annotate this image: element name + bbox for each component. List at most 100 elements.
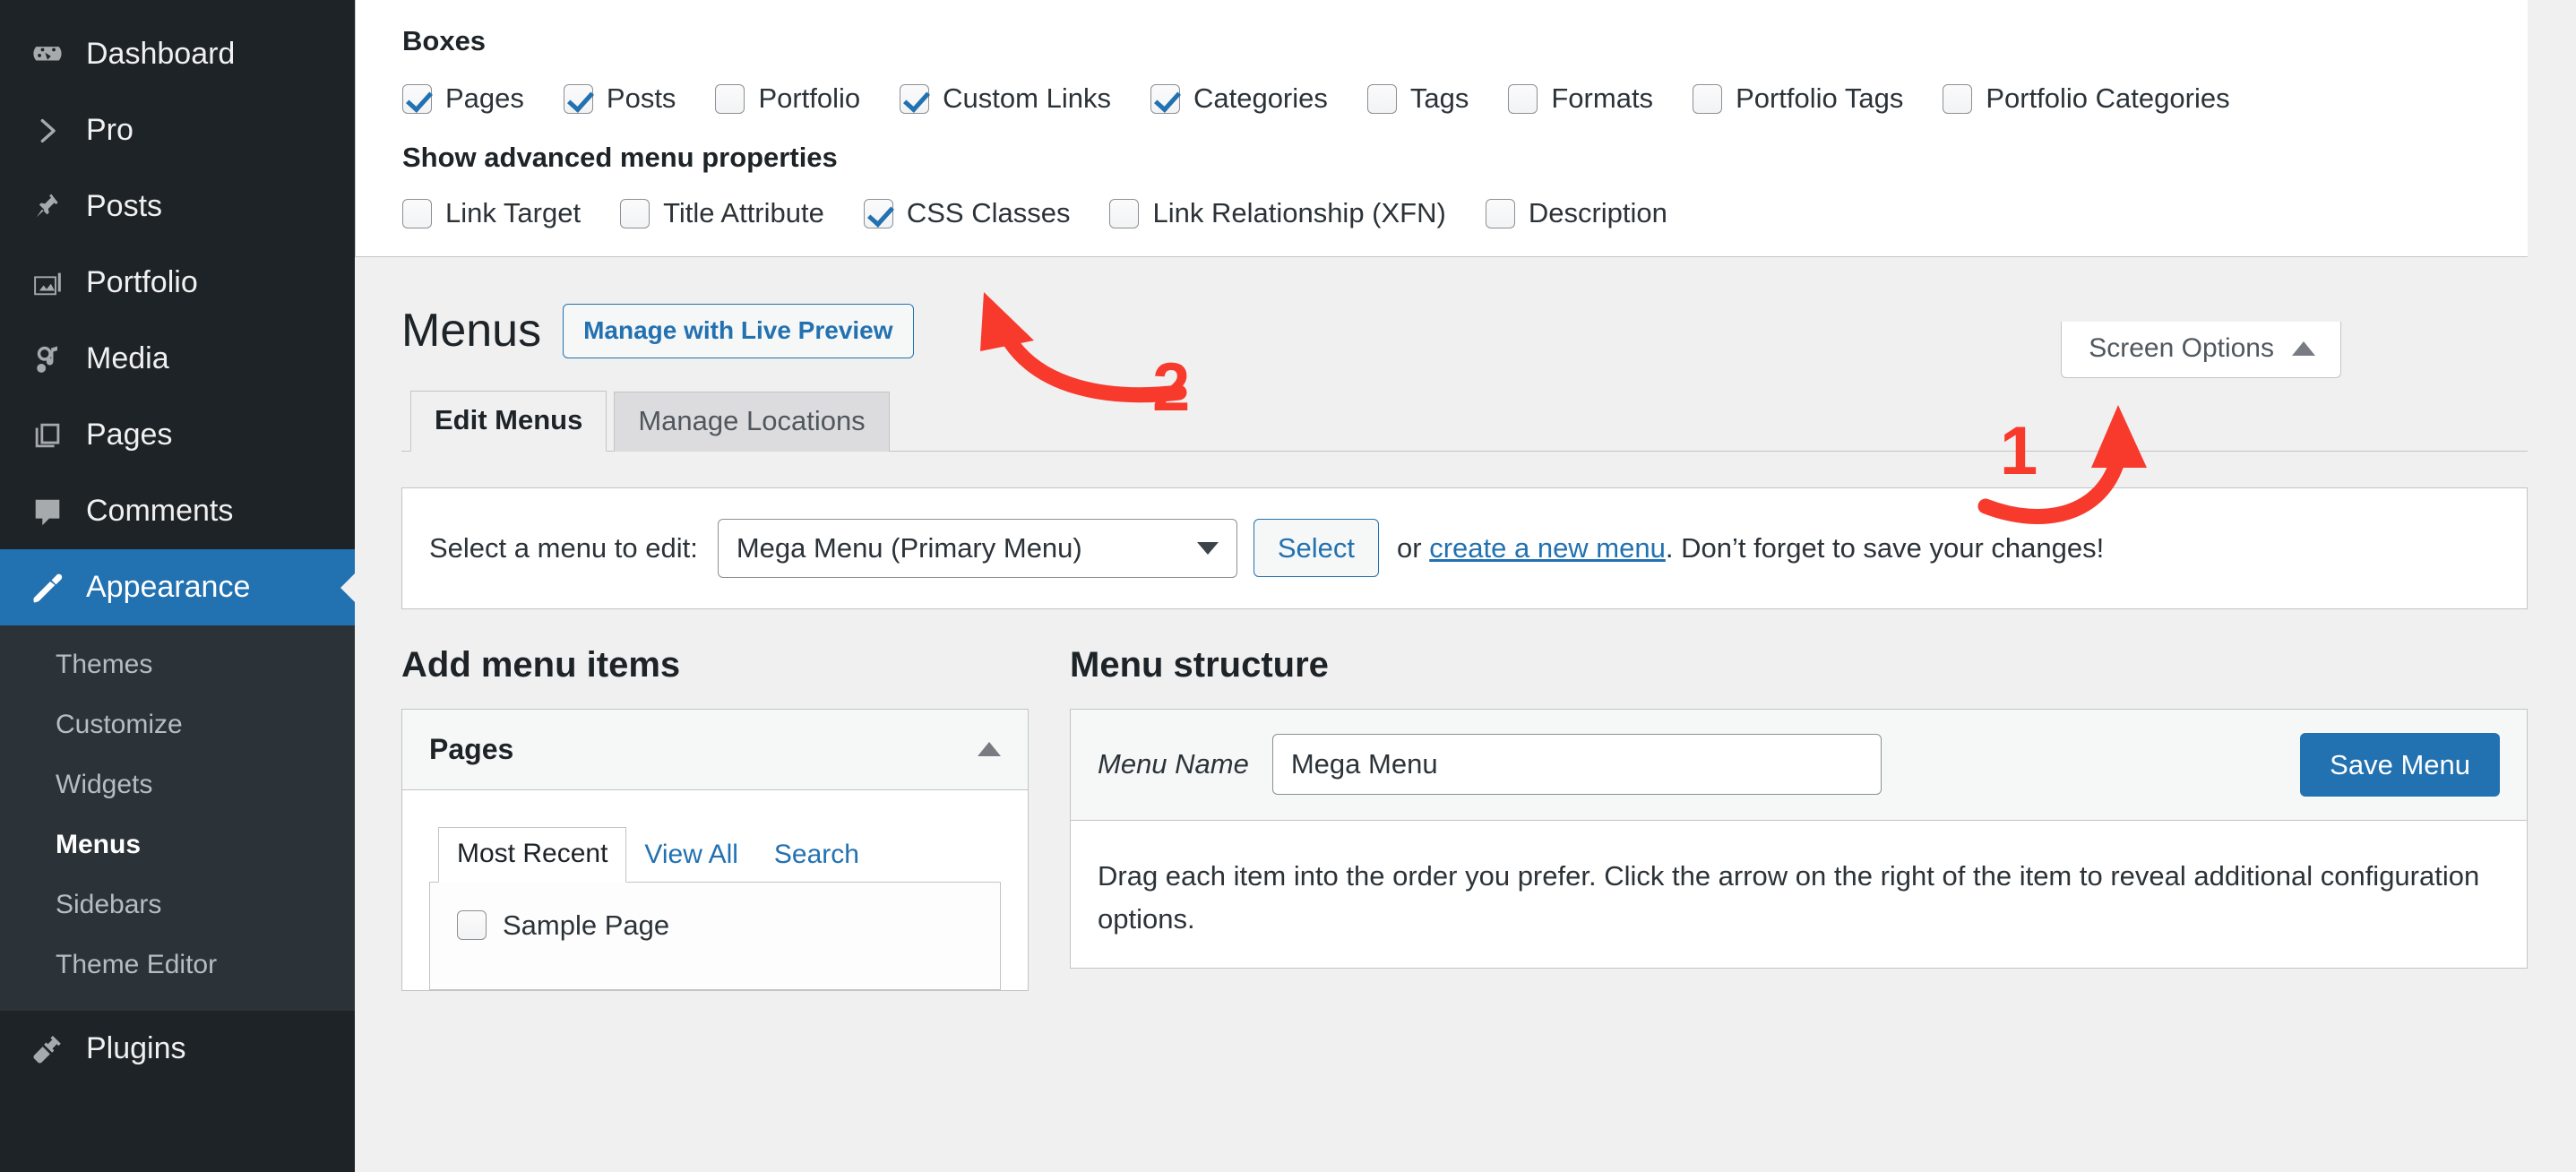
chevron-right-icon: [20, 116, 75, 146]
sidebar-subitem-theme-editor[interactable]: Theme Editor: [0, 935, 355, 995]
menu-name-row: Menu Name Save Menu: [1071, 710, 2527, 821]
checkbox-label: Custom Links: [943, 82, 1111, 115]
manage-with-live-preview-button[interactable]: Manage with Live Preview: [563, 304, 913, 358]
sidebar-item-label: Portfolio: [86, 265, 198, 300]
checkbox-box[interactable]: [1508, 84, 1538, 114]
tab-search[interactable]: Search: [756, 829, 877, 883]
appearance-brush-icon: [20, 571, 75, 605]
checkbox-formats[interactable]: Formats: [1508, 82, 1653, 115]
checkbox-box[interactable]: [457, 910, 487, 940]
sidebar-item-comments[interactable]: Comments: [0, 473, 355, 549]
menu-structure-description: Drag each item into the order you prefer…: [1071, 821, 2527, 968]
create-menu-hint: or create a new menu. Don’t forget to sa…: [1397, 532, 2104, 564]
checkbox-box[interactable]: [1486, 199, 1515, 228]
checkbox-link-target[interactable]: Link Target: [402, 197, 581, 229]
caret-up-icon[interactable]: [978, 742, 1001, 756]
tab-edit-menus[interactable]: Edit Menus: [410, 391, 607, 452]
menu-name-input[interactable]: [1272, 734, 1882, 795]
wordpress-admin-screen: Dashboard Pro Posts Portfolio Media: [0, 0, 2576, 1172]
checkbox-box[interactable]: [1109, 199, 1139, 228]
checkbox-box[interactable]: [402, 84, 432, 114]
pages-panel-header[interactable]: Pages: [402, 710, 1028, 790]
checkbox-title-attribute[interactable]: Title Attribute: [620, 197, 824, 229]
checkbox-box[interactable]: [620, 199, 650, 228]
menu-structure-column: Menu structure Menu Name Save Menu Drag …: [1070, 645, 2528, 991]
dashboard-icon: [20, 38, 75, 72]
tab-most-recent[interactable]: Most Recent: [438, 827, 626, 883]
sidebar-subitem-sidebars[interactable]: Sidebars: [0, 875, 355, 935]
plugins-icon: [20, 1032, 75, 1066]
annotation-number-1: 1: [2000, 418, 2038, 486]
chevron-down-icon: [1197, 542, 1219, 555]
menu-structure-heading: Menu structure: [1070, 645, 2528, 685]
sidebar-subitem-menus[interactable]: Menus: [0, 814, 355, 875]
checkbox-box[interactable]: [1943, 84, 1972, 114]
sidebar-item-appearance[interactable]: Appearance: [0, 549, 355, 625]
sidebar-subitem-themes[interactable]: Themes: [0, 634, 355, 694]
sidebar-item-label: Dashboard: [86, 37, 235, 72]
checkbox-box[interactable]: [1693, 84, 1722, 114]
menu-tabs: Edit Menus Manage Locations: [401, 392, 2528, 452]
checkbox-label: Posts: [607, 82, 676, 115]
pages-panel-body: Most Recent View All Search Sample Page: [402, 790, 1028, 990]
add-menu-items-column: Add menu items Pages Most Recent View Al…: [401, 645, 1029, 991]
menu-name-label: Menu Name: [1098, 748, 1249, 780]
sidebar-item-portfolio[interactable]: Portfolio: [0, 245, 355, 321]
checkbox-label: Portfolio Tags: [1736, 82, 1903, 115]
pages-icon: [20, 418, 75, 452]
caret-up-icon: [2292, 341, 2315, 356]
sidebar-item-media[interactable]: Media: [0, 321, 355, 397]
checkbox-box[interactable]: [900, 84, 929, 114]
css-classes-checkbox[interactable]: CSS Classes: [864, 197, 1071, 229]
tab-view-all[interactable]: View All: [626, 829, 756, 883]
create-a-new-menu-link[interactable]: create a new menu: [1429, 532, 1666, 564]
checkbox-label: Portfolio Categories: [1986, 82, 2229, 115]
pin-icon: [20, 190, 75, 224]
checkbox-link-relationship[interactable]: Link Relationship (XFN): [1109, 197, 1445, 229]
appearance-submenu: Themes Customize Widgets Menus Sidebars …: [0, 625, 355, 1011]
sidebar-subitem-customize[interactable]: Customize: [0, 694, 355, 754]
checkbox-custom-links[interactable]: Custom Links: [900, 82, 1111, 115]
sidebar-item-label: Comments: [86, 494, 233, 529]
checkbox-pages[interactable]: Pages: [402, 82, 524, 115]
media-icon: [20, 342, 75, 376]
tab-manage-locations[interactable]: Manage Locations: [614, 392, 889, 452]
checkbox-description[interactable]: Description: [1486, 197, 1667, 229]
sidebar-item-label: Appearance: [86, 570, 250, 605]
add-menu-items-heading: Add menu items: [401, 645, 1029, 685]
menu-select-bar: Select a menu to edit: Mega Menu (Primar…: [401, 487, 2528, 609]
checkbox-posts[interactable]: Posts: [564, 82, 676, 115]
checkbox-box[interactable]: [715, 84, 745, 114]
sidebar-item-pages[interactable]: Pages: [0, 397, 355, 473]
sidebar-item-dashboard[interactable]: Dashboard: [0, 16, 355, 92]
checkbox-label: Portfolio: [758, 82, 860, 115]
sidebar-item-label: Pro: [86, 113, 134, 148]
select-button[interactable]: Select: [1254, 519, 1379, 577]
save-menu-button[interactable]: Save Menu: [2300, 733, 2500, 797]
hint-prefix: or: [1397, 532, 1429, 564]
checkbox-label: Categories: [1193, 82, 1328, 115]
list-item[interactable]: Sample Page: [457, 909, 1000, 942]
sidebar-item-plugins[interactable]: Plugins: [0, 1011, 355, 1087]
checkbox-box[interactable]: [1150, 84, 1180, 114]
sidebar-item-posts[interactable]: Posts: [0, 168, 355, 245]
checkbox-box[interactable]: [402, 199, 432, 228]
menu-select-dropdown[interactable]: Mega Menu (Primary Menu): [718, 519, 1237, 578]
advanced-checkbox-row: Link Target Title Attribute CSS Classes …: [402, 197, 2481, 229]
checkbox-portfolio-tags[interactable]: Portfolio Tags: [1693, 82, 1903, 115]
checkbox-portfolio-categories[interactable]: Portfolio Categories: [1943, 82, 2229, 115]
select-menu-label: Select a menu to edit:: [429, 532, 698, 564]
sidebar-subitem-widgets[interactable]: Widgets: [0, 754, 355, 814]
sidebar-item-pro[interactable]: Pro: [0, 92, 355, 168]
checkbox-box[interactable]: [564, 84, 593, 114]
pages-accordion-panel: Pages Most Recent View All Search Sa: [401, 709, 1029, 991]
checkbox-box[interactable]: [1367, 84, 1397, 114]
checkbox-box[interactable]: [864, 199, 893, 228]
pages-panel-title: Pages: [429, 733, 513, 766]
checkbox-portfolio[interactable]: Portfolio: [715, 82, 860, 115]
annotation-number-2: 2: [1152, 354, 1190, 422]
screen-options-tab[interactable]: Screen Options: [2061, 322, 2341, 378]
checkbox-tags[interactable]: Tags: [1367, 82, 1469, 115]
sidebar-item-label: Plugins: [86, 1031, 186, 1066]
checkbox-categories[interactable]: Categories: [1150, 82, 1328, 115]
